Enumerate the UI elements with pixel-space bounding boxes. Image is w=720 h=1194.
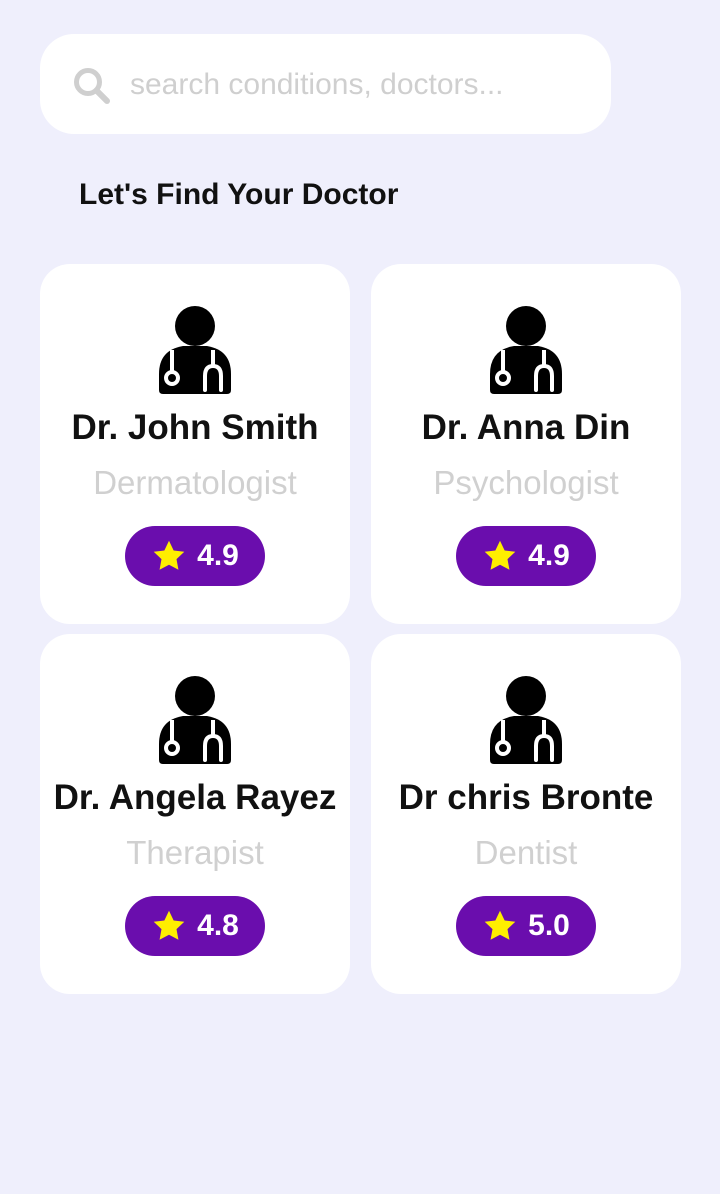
doctor-specialty: Dentist xyxy=(474,834,578,871)
rating-badge: 4.8 xyxy=(125,896,265,956)
search-input[interactable] xyxy=(130,64,580,106)
rating-value: 4.9 xyxy=(197,539,239,572)
doctor-name: Dr chris Bronte xyxy=(398,778,654,817)
rating-badge: 4.9 xyxy=(456,526,596,586)
doctor-specialty: Psychologist xyxy=(433,464,619,501)
doctor-card[interactable]: Dr. John Smith Dermatologist 4.9 xyxy=(40,264,350,624)
doctor-name: Dr. Angela Rayez xyxy=(53,778,337,817)
rating-badge: 4.9 xyxy=(125,526,265,586)
doctor-name: Dr. John Smith xyxy=(71,408,319,447)
doctor-grid: Dr. John Smith Dermatologist 4.9 Dr. Ann… xyxy=(40,264,681,994)
search-bar[interactable] xyxy=(40,34,611,134)
doctor-name: Dr. Anna Din xyxy=(421,408,631,447)
star-icon xyxy=(484,910,516,940)
doctor-icon xyxy=(159,306,231,394)
star-icon xyxy=(153,540,185,570)
doctor-card[interactable]: Dr chris Bronte Dentist 5.0 xyxy=(371,634,681,994)
rating-badge: 5.0 xyxy=(456,896,596,956)
doctor-icon xyxy=(490,676,562,764)
doctor-icon xyxy=(490,306,562,394)
star-icon xyxy=(153,910,185,940)
doctor-specialty: Dermatologist xyxy=(93,464,297,501)
rating-value: 4.8 xyxy=(197,909,239,942)
doctor-card[interactable]: Dr. Anna Din Psychologist 4.9 xyxy=(371,264,681,624)
page-title: Let's Find Your Doctor xyxy=(79,178,399,211)
doctor-card[interactable]: Dr. Angela Rayez Therapist 4.8 xyxy=(40,634,350,994)
doctor-specialty: Therapist xyxy=(126,834,264,871)
rating-value: 5.0 xyxy=(528,909,570,942)
search-icon xyxy=(74,68,110,104)
rating-value: 4.9 xyxy=(528,539,570,572)
star-icon xyxy=(484,540,516,570)
doctor-icon xyxy=(159,676,231,764)
